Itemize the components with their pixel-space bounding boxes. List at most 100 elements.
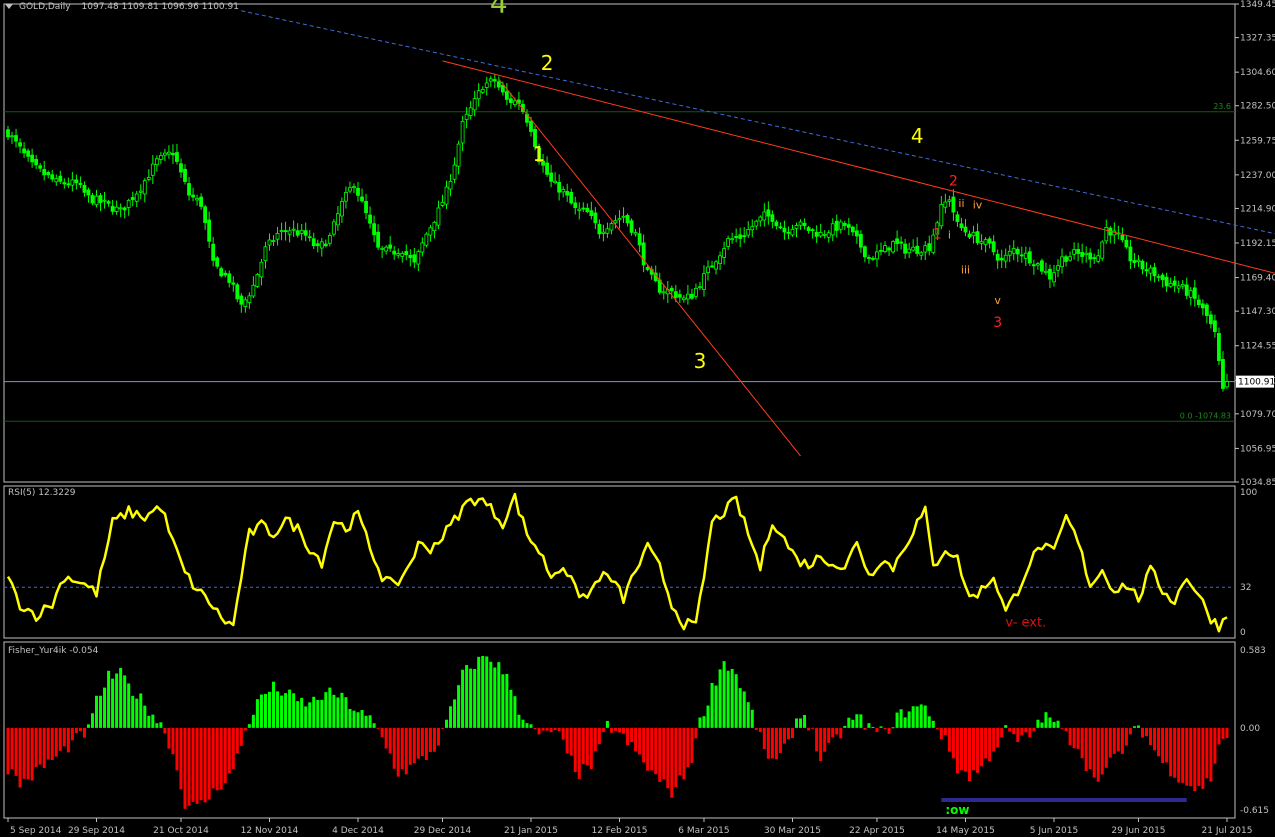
fisher-bar [179,727,183,790]
candle-body [283,230,288,233]
candle-body [681,297,686,301]
price-panel-frame [3,3,1236,483]
fisher-bar [827,727,831,743]
fisher-bar [847,717,851,728]
fisher-bar [891,727,895,729]
fisher-bar [473,668,477,728]
candle-body [1120,235,1125,241]
fisher-bar [1004,725,1008,728]
fisher-bar [609,727,613,733]
fisher-bar [718,669,722,728]
fisher-bar [1092,727,1096,778]
fisher-bar [316,700,320,728]
candle-body [327,234,332,244]
candle-body [601,231,606,234]
fisher-bar [445,719,449,728]
candle-body [396,253,401,256]
fisher-bar [823,727,827,752]
candle-body [432,221,437,231]
fisher-bar [304,706,308,728]
price-tick-label: 1304.60 [1240,68,1275,78]
fisher-tick-label: -0.615 [1240,806,1269,816]
price-tick-label: 1169.40 [1240,274,1275,284]
fisher-bar [730,668,734,728]
fisher-bar [1177,727,1181,783]
fisher-bar [778,727,782,753]
rsi-line [6,492,1228,633]
wave-label: 1 [533,142,546,166]
wave-label: 1 [933,227,942,243]
chart-canvas[interactable]: 1349.45 1327.35 1304.60 1282.50 1259.75 1237.… [0,0,1275,837]
candle-body [500,85,505,93]
fisher-bar [465,665,469,728]
candle-body [573,202,578,209]
candle-body [529,121,533,132]
fisher-bar [424,727,428,761]
candle-body [810,229,815,232]
candle-body [581,207,586,210]
trendline-red [442,60,1275,274]
candle-body [444,186,449,205]
candle-body [460,120,465,144]
fisher-bar [959,727,963,771]
fib-level-label: 0.0 -1074.83 [1180,411,1231,420]
fisher-bar [436,727,440,746]
fisher-bar [517,714,521,728]
candle-body [1003,254,1008,262]
candle-body [565,191,570,196]
candle-body [18,142,22,147]
candle-body [408,254,413,259]
date-label: 29 Sep 2014 [68,826,125,836]
fisher-bar [1028,727,1032,738]
fisher-bar [1217,727,1221,745]
fisher-bar [883,727,887,730]
fisher-bar [243,727,247,731]
candle-body [822,234,827,236]
fisher-bar [1064,727,1068,732]
candle-body [726,238,731,247]
candle-body [34,158,39,166]
candle-body [344,192,348,202]
date-label: 21 Jul 2015 [1202,826,1253,836]
candle-body [1035,263,1040,266]
candle-body [867,257,871,259]
candle-body [513,100,517,106]
candle-body [364,201,368,214]
fisher-bar [541,727,545,731]
candle-body [1027,251,1032,264]
candle-body [259,261,264,278]
fisher-bar [1173,727,1177,778]
fisher-bar [589,727,593,769]
fisher-bar [312,696,316,728]
fisher-bar [1012,727,1016,735]
candle-body [850,226,855,233]
fisher-bar [42,727,46,769]
candle-body [798,221,803,226]
fisher-bar [923,705,927,728]
fisher-bar [440,727,444,729]
fisher-bar [553,727,557,731]
candle-body [424,233,429,246]
candle-body [802,222,807,227]
rsi-annotation: v- ext. [1005,615,1046,630]
fisher-bar [10,727,14,770]
fisher-bar [163,727,167,734]
candle-body [871,257,875,260]
fisher-bar [630,727,634,743]
price-tick-label: 1056.95 [1240,444,1275,454]
candle-body [78,182,83,185]
price-tick-label: 1349.45 [1240,0,1275,10]
candle-body [714,261,718,270]
candle-body [1156,276,1161,279]
fisher-bar [344,697,348,728]
candle-body [504,91,509,100]
candle-body [476,90,481,100]
candle-body [754,220,759,227]
candle-body [1184,284,1189,296]
fisher-bar [561,727,565,740]
fisher-bar [288,689,292,728]
candle-body [991,241,996,253]
candle-body [903,243,908,254]
candle-body [633,232,638,235]
candle-body [150,163,155,176]
